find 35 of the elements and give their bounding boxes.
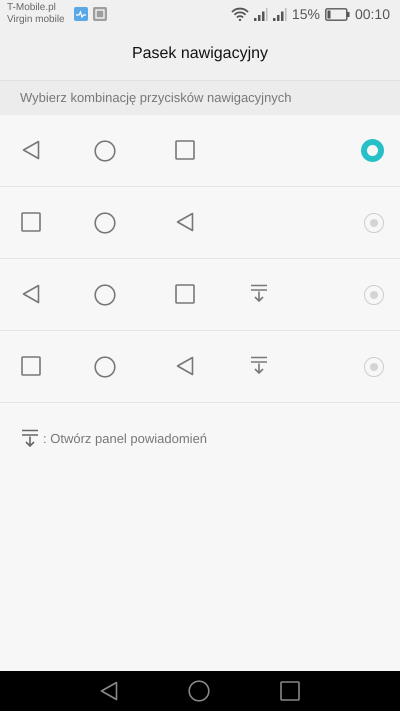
pull-down-icon	[21, 429, 39, 447]
pull-down-icon	[250, 356, 268, 374]
radio-button[interactable]	[364, 284, 384, 304]
back-icon	[22, 140, 40, 160]
home-icon	[94, 356, 116, 378]
radio-button[interactable]	[364, 212, 384, 232]
section-header: Wybierz kombinację przycisków nawigacyjnych	[0, 81, 400, 115]
square-icon[interactable]	[280, 681, 300, 701]
battery-icon	[324, 8, 350, 20]
back-icon	[176, 356, 194, 376]
app-notification-icon	[92, 7, 107, 21]
square-icon	[21, 356, 41, 376]
square-icon	[175, 284, 195, 304]
radio-button[interactable]	[361, 139, 384, 162]
legend-text: : Otwórz panel powiadomień	[43, 430, 208, 446]
carrier-name: T-Mobile.pl	[7, 2, 57, 14]
home-icon	[94, 140, 116, 162]
screen-title: Pasek nawigacyjny	[132, 45, 268, 63]
square-icon	[175, 140, 195, 160]
back-icon[interactable]	[100, 681, 118, 701]
clock: 00:10	[354, 6, 390, 22]
signal-icon	[272, 8, 287, 20]
carrier-name: Virgin mobile	[7, 14, 65, 26]
radio-button[interactable]	[364, 356, 384, 376]
square-icon	[21, 212, 41, 232]
app-notification-icon	[74, 7, 88, 21]
battery-percent: 15%	[292, 6, 320, 22]
back-icon	[176, 212, 194, 232]
back-icon	[22, 284, 40, 304]
wifi-icon	[230, 7, 249, 21]
home-icon	[94, 212, 116, 234]
pull-down-icon	[250, 284, 268, 302]
home-icon[interactable]	[188, 680, 210, 702]
signal-icon	[254, 8, 268, 20]
home-icon	[94, 284, 116, 306]
